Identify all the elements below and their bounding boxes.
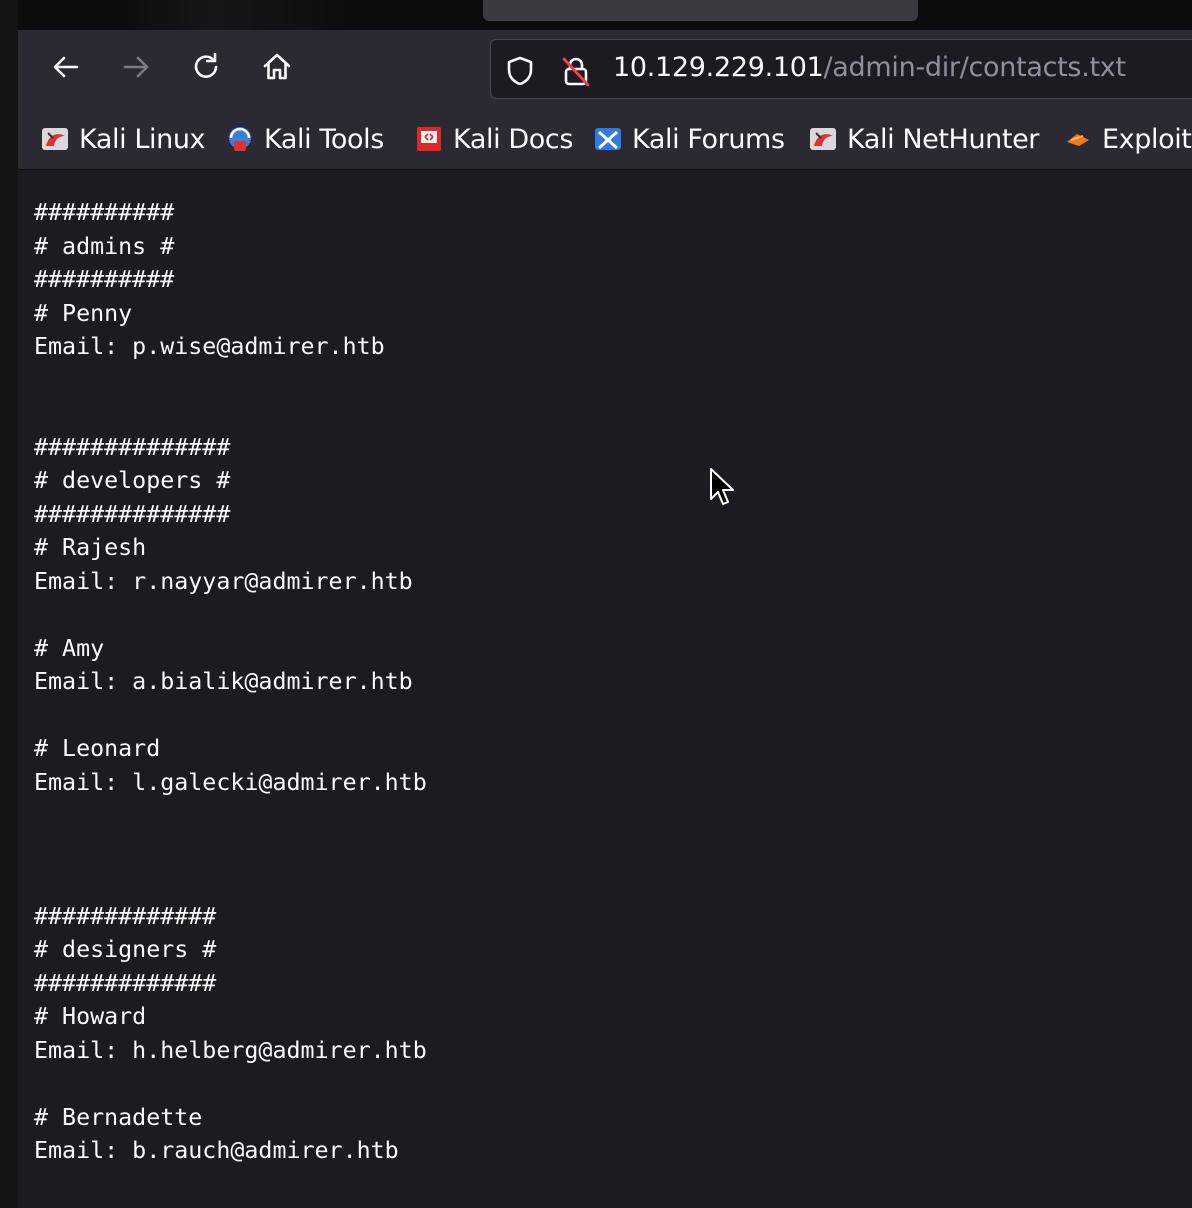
- tab-strip-decoration: [113, 0, 363, 30]
- text-line: ##############: [34, 433, 231, 461]
- bookmark-kali-nethunter[interactable]: Kali NetHunter: [808, 121, 1039, 157]
- bookmark-label: Kali NetHunter: [847, 123, 1039, 155]
- bookmarks-toolbar: Kali Linux Kali Tools Kali Docs Kali For…: [18, 110, 1192, 170]
- tab-strip: [18, 0, 1192, 30]
- text-line: # designers #: [34, 936, 217, 963]
- kali-docs-icon: [414, 124, 444, 154]
- home-icon: [261, 51, 293, 83]
- text-line: # Penny: [34, 299, 133, 327]
- text-line: Email: h.helberg@admirer.htb: [34, 1036, 427, 1064]
- kali-dragon-icon: [808, 124, 838, 154]
- window-edge: [0, 0, 18, 1208]
- url-host: 10.129.229.101: [613, 52, 824, 83]
- reload-icon: [192, 52, 222, 82]
- text-line: # Howard: [34, 1003, 147, 1030]
- bookmark-label: Exploit: [1102, 123, 1192, 155]
- bookmark-label: Kali Linux: [79, 123, 206, 155]
- navigation-toolbar: 10.129.229.101/admin-dir/contacts.txt: [18, 30, 1192, 110]
- text-line: Email: b.rauch@admirer.htb: [34, 1137, 399, 1164]
- kali-forums-icon: [593, 124, 623, 154]
- text-line: # Leonard: [34, 735, 161, 762]
- text-line: #############: [34, 902, 217, 930]
- forward-arrow-icon: [121, 52, 151, 82]
- url-path: /admin-dir/contacts.txt: [823, 52, 1127, 83]
- bookmark-label: Kali Forums: [632, 123, 785, 155]
- bookmark-exploit-db[interactable]: Exploit: [1063, 121, 1192, 157]
- forward-button[interactable]: [113, 44, 159, 90]
- page-content: ########## # admins # ########## # Penny…: [18, 170, 1192, 1208]
- shield-icon[interactable]: [503, 54, 537, 88]
- bookmark-label: Kali Docs: [453, 123, 573, 155]
- reload-button[interactable]: [184, 44, 230, 90]
- url-text[interactable]: 10.129.229.101/admin-dir/contacts.txt: [613, 52, 1126, 83]
- back-arrow-icon: [51, 52, 81, 82]
- mouse-pointer-icon: [708, 467, 736, 513]
- text-line: ##########: [34, 199, 175, 226]
- text-line: Email: l.galecki@admirer.htb: [34, 768, 427, 796]
- bookmark-kali-tools[interactable]: Kali Tools: [225, 121, 384, 157]
- insecure-lock-icon[interactable]: [559, 54, 593, 88]
- contacts-text: ########## # admins # ########## # Penny…: [34, 196, 427, 1168]
- kali-tools-icon: [225, 124, 255, 154]
- text-line: # Rajesh: [34, 534, 147, 561]
- text-line: ##########: [34, 266, 175, 293]
- text-line: ##############: [34, 500, 231, 528]
- bookmark-kali-forums[interactable]: Kali Forums: [593, 121, 785, 157]
- bookmark-kali-linux[interactable]: Kali Linux: [40, 121, 206, 157]
- text-line: #############: [34, 969, 217, 997]
- text-line: # developers #: [34, 467, 231, 494]
- exploit-db-icon: [1063, 124, 1093, 154]
- bookmark-label: Kali Tools: [264, 123, 384, 155]
- back-button[interactable]: [43, 44, 89, 90]
- text-line: # admins #: [34, 232, 175, 260]
- active-tab[interactable]: [483, 0, 918, 21]
- text-line: Email: p.wise@admirer.htb: [34, 333, 385, 360]
- bookmark-kali-docs[interactable]: Kali Docs: [414, 121, 573, 157]
- kali-dragon-icon: [40, 124, 70, 154]
- home-button[interactable]: [254, 44, 300, 90]
- text-line: Email: a.bialik@admirer.htb: [34, 668, 413, 695]
- text-line: Email: r.nayyar@admirer.htb: [34, 567, 413, 595]
- text-line: # Bernadette: [34, 1103, 203, 1131]
- address-bar[interactable]: 10.129.229.101/admin-dir/contacts.txt: [490, 39, 1192, 99]
- text-line: # Amy: [34, 634, 105, 662]
